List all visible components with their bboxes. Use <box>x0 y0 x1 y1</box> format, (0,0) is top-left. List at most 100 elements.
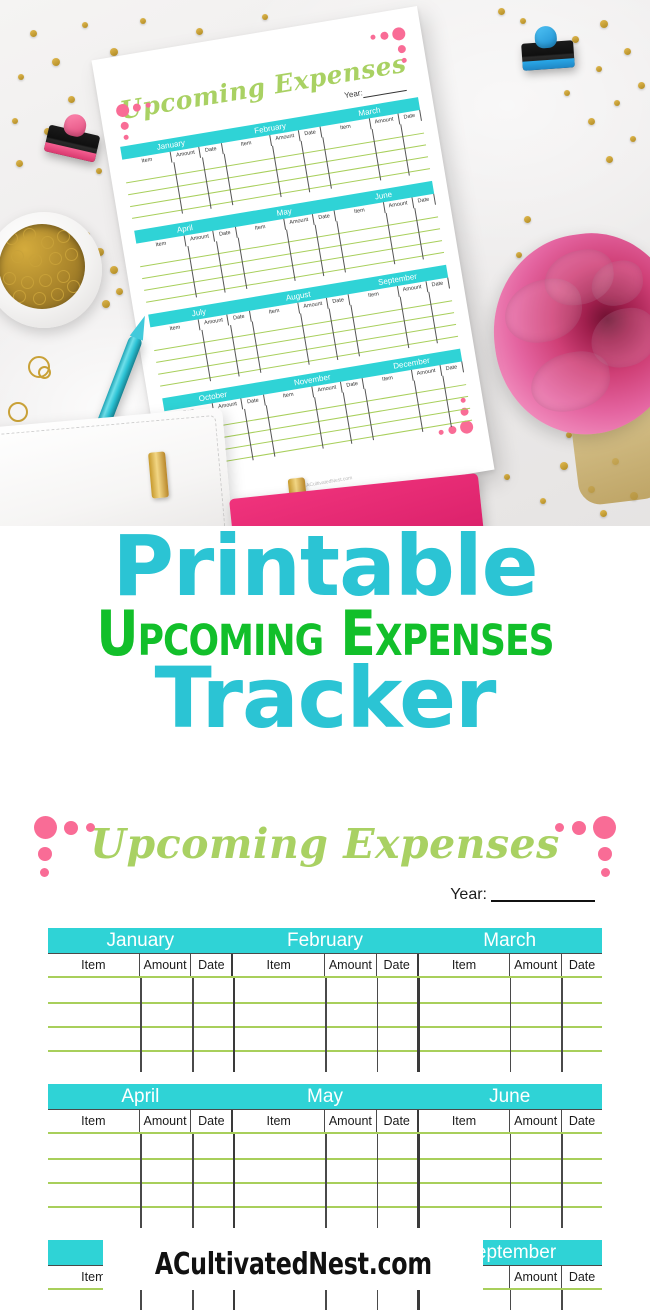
quarter-block: April May June Item Amount Date Item Amount Date… <box>48 1084 602 1228</box>
sheet-group-rule <box>265 405 275 457</box>
group-rule <box>232 978 235 1072</box>
column-rule <box>192 1290 194 1310</box>
entry-rows[interactable] <box>48 976 602 1072</box>
column-rule <box>140 1290 143 1310</box>
sheet-column-rule <box>173 162 183 214</box>
title-line-printable: Printable <box>112 517 538 615</box>
gold-confetti <box>102 300 110 308</box>
column-header-date: Date <box>375 1110 417 1132</box>
gold-confetti <box>516 252 522 258</box>
column-header-item: Item <box>416 1110 510 1132</box>
sheet-column-rule <box>400 124 410 176</box>
sheet-column-rule <box>215 241 226 293</box>
gold-confetti <box>524 216 531 223</box>
column-header-item: Item <box>231 1110 324 1132</box>
sheet-column-rule <box>315 224 325 277</box>
column-header-date: Date <box>375 954 417 976</box>
column-header-amount: Amount <box>138 1110 191 1132</box>
column-rule <box>325 978 327 1072</box>
column-header-row: ItemAmountDateItemAmountDateItemAmountDa… <box>48 1110 602 1132</box>
gold-confetti <box>520 18 526 24</box>
gold-confetti <box>498 8 505 15</box>
column-header-item: Item <box>81 1114 106 1128</box>
preview-script-title: Upcoming Expenses <box>90 820 560 868</box>
sheet-group-rule <box>364 388 375 441</box>
watermark-badge: ACultivatedNest.com <box>103 1238 483 1290</box>
year-input-blank[interactable] <box>491 889 595 902</box>
sheet-column-rule <box>201 157 212 209</box>
sheet-column-rule <box>343 392 353 444</box>
month-header-row: January February March <box>48 928 602 954</box>
group-rule <box>232 1290 235 1310</box>
gold-confetti <box>12 118 18 124</box>
group-rule <box>417 1290 420 1310</box>
gold-confetti <box>16 160 23 167</box>
printable-preview: Upcoming Expenses Year: January February M… <box>0 806 650 1310</box>
gold-confetti <box>624 48 631 55</box>
sheet-column-rule <box>399 296 410 349</box>
column-header-amount: Amount <box>509 954 561 976</box>
gold-confetti <box>262 14 268 20</box>
gold-confetti <box>540 498 546 504</box>
sheet-group-rule <box>237 237 247 290</box>
quarter-block: January February March Item Amount Date Item Am… <box>48 928 602 1072</box>
sheet-column-rule <box>442 375 452 428</box>
gold-confetti <box>600 510 607 517</box>
gold-confetti <box>600 20 608 28</box>
sheet-group-rule <box>336 221 347 273</box>
sheet-year-label: Year: <box>343 88 364 101</box>
column-rule <box>140 978 143 1072</box>
column-rule <box>140 1134 143 1228</box>
column-header-date: Date <box>561 1110 602 1132</box>
gold-confetti <box>116 288 123 295</box>
column-rule <box>509 1290 512 1310</box>
sheet-column-rule <box>272 145 282 198</box>
sheet-column-rule <box>428 291 438 344</box>
gold-confetti <box>196 28 203 35</box>
gold-confetti <box>96 168 102 174</box>
column-rule <box>561 1134 564 1228</box>
column-rule <box>561 1290 564 1310</box>
year-field: Year: <box>450 886 595 904</box>
month-header: January <box>106 930 175 951</box>
gold-ring <box>38 366 51 379</box>
pinterest-graphic: Upcoming Expenses Year: January February M… <box>0 0 650 1310</box>
sheet-column-rule <box>371 129 382 181</box>
column-header-amount: Amount <box>324 1110 376 1132</box>
entry-rows[interactable] <box>48 1132 602 1228</box>
sheet-group-rule <box>350 304 361 357</box>
gold-confetti <box>30 30 37 37</box>
sheet-column-rule <box>201 329 211 382</box>
month-header: March <box>483 930 537 951</box>
gold-confetti <box>614 100 620 106</box>
month-header: February <box>286 930 364 951</box>
month-header: May <box>307 1086 343 1107</box>
sheet-column-rule <box>300 140 311 193</box>
sheet-column-rule <box>329 308 339 360</box>
gold-confetti <box>82 22 88 28</box>
column-rule <box>509 1134 512 1228</box>
month-header-row: April May June <box>48 1084 602 1110</box>
watermark-text: ACultivatedNest.com <box>154 1246 432 1282</box>
column-header-date: Date <box>561 954 602 976</box>
column-header-date: Date <box>190 954 231 976</box>
gold-confetti <box>52 58 60 66</box>
sheet-group-rule <box>322 137 333 189</box>
gold-confetti <box>110 48 118 56</box>
column-header-date: Date <box>190 1110 231 1132</box>
month-header: June <box>489 1086 531 1107</box>
gold-confetti <box>504 474 510 480</box>
column-rule <box>325 1290 327 1310</box>
gold-confetti <box>606 156 613 163</box>
entry-rows[interactable] <box>48 1288 602 1310</box>
column-header-amount: Amount <box>324 954 376 976</box>
sheet-column-rule <box>187 246 197 298</box>
column-rule <box>325 1134 327 1228</box>
gold-confetti <box>18 74 24 80</box>
column-header-amount: Amount <box>138 954 191 976</box>
title-line-tracker: Tracker <box>154 648 497 747</box>
gold-confetti <box>596 66 602 72</box>
title-line-upcoming-expenses: Upcoming Expenses <box>96 596 554 670</box>
gold-confetti <box>68 96 75 103</box>
sheet-column-rule <box>286 229 296 281</box>
